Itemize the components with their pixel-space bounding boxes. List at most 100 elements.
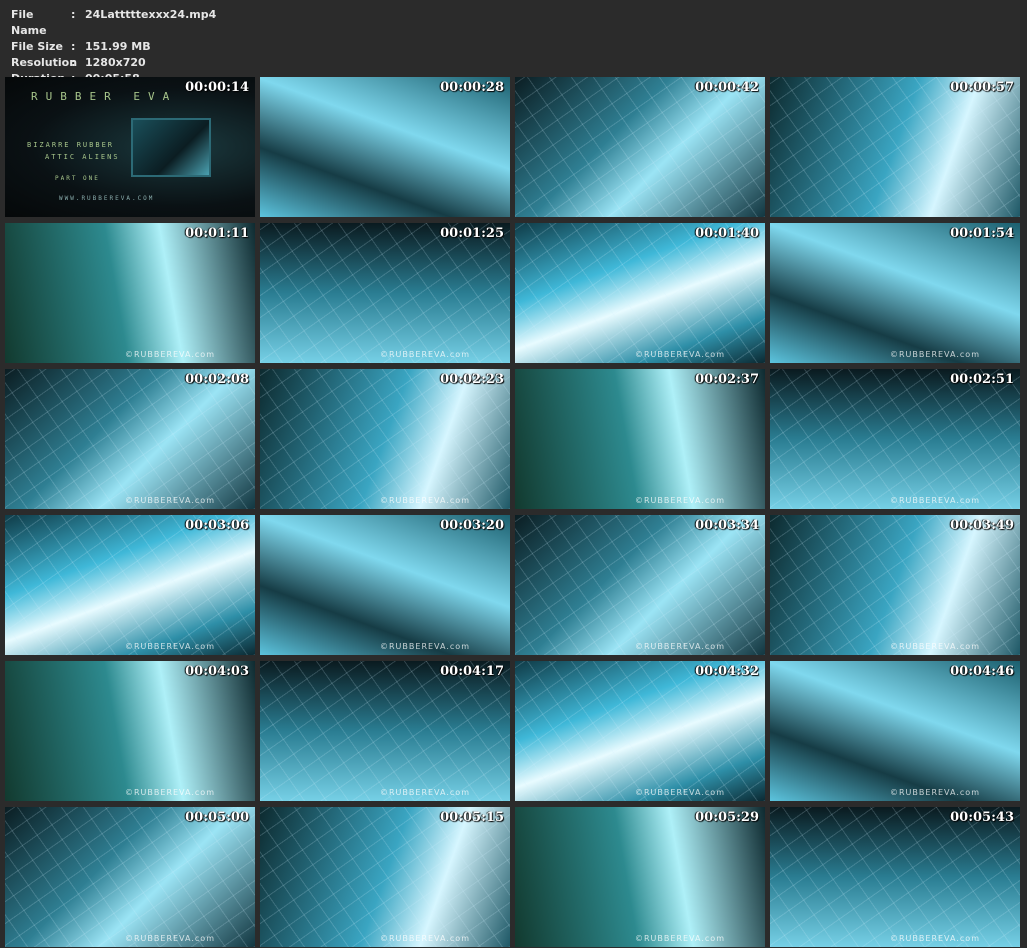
watermark: ©RUBBEREVA.com xyxy=(125,350,215,359)
thumbnail-image xyxy=(260,369,510,509)
thumbnail-grid: RUBBER EVA BIZARRE RUBBER ATTIC ALIENS PART… xyxy=(5,77,1020,947)
thumbnail-image xyxy=(770,515,1020,655)
video-thumbnail: ©RUBBEREVA.com 00:02:37 xyxy=(515,369,765,509)
thumbnail-image xyxy=(515,807,765,947)
watermark: ©RUBBEREVA.com xyxy=(380,934,470,943)
thumbnail-image xyxy=(770,223,1020,363)
thumbnail-timestamp: 00:00:14 xyxy=(185,80,249,95)
video-thumbnail: ©RUBBEREVA.com 00:05:15 xyxy=(260,807,510,947)
file-name-key: File Name xyxy=(11,8,47,37)
resolution-row: Resolution : 1280x720 xyxy=(11,55,216,71)
separator: : xyxy=(71,8,76,21)
watermark: ©RUBBEREVA.com xyxy=(380,788,470,797)
video-thumbnail: 00:00:57 xyxy=(770,77,1020,217)
watermark: ©RUBBEREVA.com xyxy=(890,934,980,943)
video-thumbnail: ©RUBBEREVA.com 00:03:34 xyxy=(515,515,765,655)
thumbnail-timestamp: 00:02:37 xyxy=(695,372,759,387)
title-card-subtitle-line: ATTIC ALIENS xyxy=(45,153,120,161)
thumbnail-timestamp: 00:02:08 xyxy=(185,372,249,387)
video-thumbnail: ©RUBBEREVA.com 00:03:49 xyxy=(770,515,1020,655)
video-thumbnail: ©RUBBEREVA.com 00:05:29 xyxy=(515,807,765,947)
thumbnail-image xyxy=(260,807,510,947)
watermark: ©RUBBEREVA.com xyxy=(635,934,725,943)
watermark: ©RUBBEREVA.com xyxy=(635,642,725,651)
thumbnail-timestamp: 00:05:29 xyxy=(695,810,759,825)
thumbnail-timestamp: 00:00:57 xyxy=(950,80,1014,95)
thumbnail-timestamp: 00:03:34 xyxy=(695,518,759,533)
file-name-row: File Name : 24Latttttexxx24.mp4 xyxy=(11,7,216,39)
watermark: ©RUBBEREVA.com xyxy=(635,350,725,359)
video-thumbnail: ©RUBBEREVA.com 00:02:08 xyxy=(5,369,255,509)
thumbnail-image xyxy=(260,223,510,363)
thumbnail-timestamp: 00:03:06 xyxy=(185,518,249,533)
watermark: ©RUBBEREVA.com xyxy=(890,496,980,505)
watermark: ©RUBBEREVA.com xyxy=(125,496,215,505)
thumbnail-timestamp: 00:00:28 xyxy=(440,80,504,95)
video-thumbnail: RUBBER EVA BIZARRE RUBBER ATTIC ALIENS PART… xyxy=(5,77,255,217)
thumbnail-image xyxy=(5,369,255,509)
watermark: ©RUBBEREVA.com xyxy=(890,642,980,651)
thumbnail-timestamp: 00:02:51 xyxy=(950,372,1014,387)
thumbnail-image xyxy=(770,661,1020,801)
thumbnail-timestamp: 00:04:03 xyxy=(185,664,249,679)
thumbnail-image xyxy=(515,77,765,217)
thumbnail-image xyxy=(260,515,510,655)
watermark: ©RUBBEREVA.com xyxy=(125,788,215,797)
thumbnail-image xyxy=(770,807,1020,947)
thumbnail-timestamp: 00:05:15 xyxy=(440,810,504,825)
thumbnail-image xyxy=(5,223,255,363)
thumbnail-image xyxy=(5,661,255,801)
separator: : xyxy=(71,56,76,69)
video-thumbnail: ©RUBBEREVA.com 00:01:54 xyxy=(770,223,1020,363)
video-thumbnail: ©RUBBEREVA.com 00:01:25 xyxy=(260,223,510,363)
thumbnail-image xyxy=(5,807,255,947)
thumbnail-image xyxy=(260,661,510,801)
thumbnail-timestamp: 00:03:20 xyxy=(440,518,504,533)
video-thumbnail: ©RUBBEREVA.com 00:04:17 xyxy=(260,661,510,801)
video-thumbnail: ©RUBBEREVA.com 00:02:51 xyxy=(770,369,1020,509)
video-thumbnail: ©RUBBEREVA.com 00:03:20 xyxy=(260,515,510,655)
thumbnail-image xyxy=(770,369,1020,509)
watermark: ©RUBBEREVA.com xyxy=(890,350,980,359)
thumbnail-image xyxy=(515,369,765,509)
title-card-brand: RUBBER EVA xyxy=(31,90,178,103)
file-size-key: File Size xyxy=(11,40,63,53)
thumbnail-timestamp: 00:04:17 xyxy=(440,664,504,679)
watermark: ©RUBBEREVA.com xyxy=(380,496,470,505)
video-thumbnail: ©RUBBEREVA.com 00:04:32 xyxy=(515,661,765,801)
thumbnail-timestamp: 00:01:25 xyxy=(440,226,504,241)
separator: : xyxy=(71,40,76,53)
file-size-row: File Size : 151.99 MB xyxy=(11,39,216,55)
file-size-value: 151.99 MB xyxy=(85,40,151,53)
video-thumbnail: ©RUBBEREVA.com 00:02:23 xyxy=(260,369,510,509)
thumbnail-timestamp: 00:04:32 xyxy=(695,664,759,679)
resolution-value: 1280x720 xyxy=(85,56,146,69)
video-thumbnail: ©RUBBEREVA.com 00:05:00 xyxy=(5,807,255,947)
watermark: ©RUBBEREVA.com xyxy=(890,788,980,797)
file-name-value: 24Latttttexxx24.mp4 xyxy=(85,8,217,21)
video-thumbnail: ©RUBBEREVA.com 00:04:46 xyxy=(770,661,1020,801)
thumbnail-timestamp: 00:03:49 xyxy=(950,518,1014,533)
thumbnail-timestamp: 00:00:42 xyxy=(695,80,759,95)
thumbnail-image xyxy=(515,661,765,801)
thumbnail-image xyxy=(515,223,765,363)
title-card-part: PART ONE xyxy=(55,175,100,182)
thumbnail-image xyxy=(770,77,1020,217)
thumbnail-timestamp: 00:05:43 xyxy=(950,810,1014,825)
video-thumbnail: 00:00:42 xyxy=(515,77,765,217)
video-thumbnail: ©RUBBEREVA.com 00:05:43 xyxy=(770,807,1020,947)
title-card-subtitle-line: BIZARRE RUBBER xyxy=(27,141,115,149)
resolution-key: Resolution xyxy=(11,56,78,69)
watermark: ©RUBBEREVA.com xyxy=(635,496,725,505)
video-thumbnail: ©RUBBEREVA.com 00:04:03 xyxy=(5,661,255,801)
video-thumbnail: ©RUBBEREVA.com 00:03:06 xyxy=(5,515,255,655)
title-card-subtitle: BIZARRE RUBBER ATTIC ALIENS xyxy=(27,139,120,163)
thumbnail-image xyxy=(260,77,510,217)
title-card-url: WWW.RUBBEREVA.COM xyxy=(59,195,155,202)
video-thumbnail: ©RUBBEREVA.com 00:01:11 xyxy=(5,223,255,363)
watermark: ©RUBBEREVA.com xyxy=(125,934,215,943)
video-thumbnail: ©RUBBEREVA.com 00:01:40 xyxy=(515,223,765,363)
title-card-inset-image xyxy=(131,118,211,177)
thumbnail-timestamp: 00:05:00 xyxy=(185,810,249,825)
video-thumbnail: 00:00:28 xyxy=(260,77,510,217)
